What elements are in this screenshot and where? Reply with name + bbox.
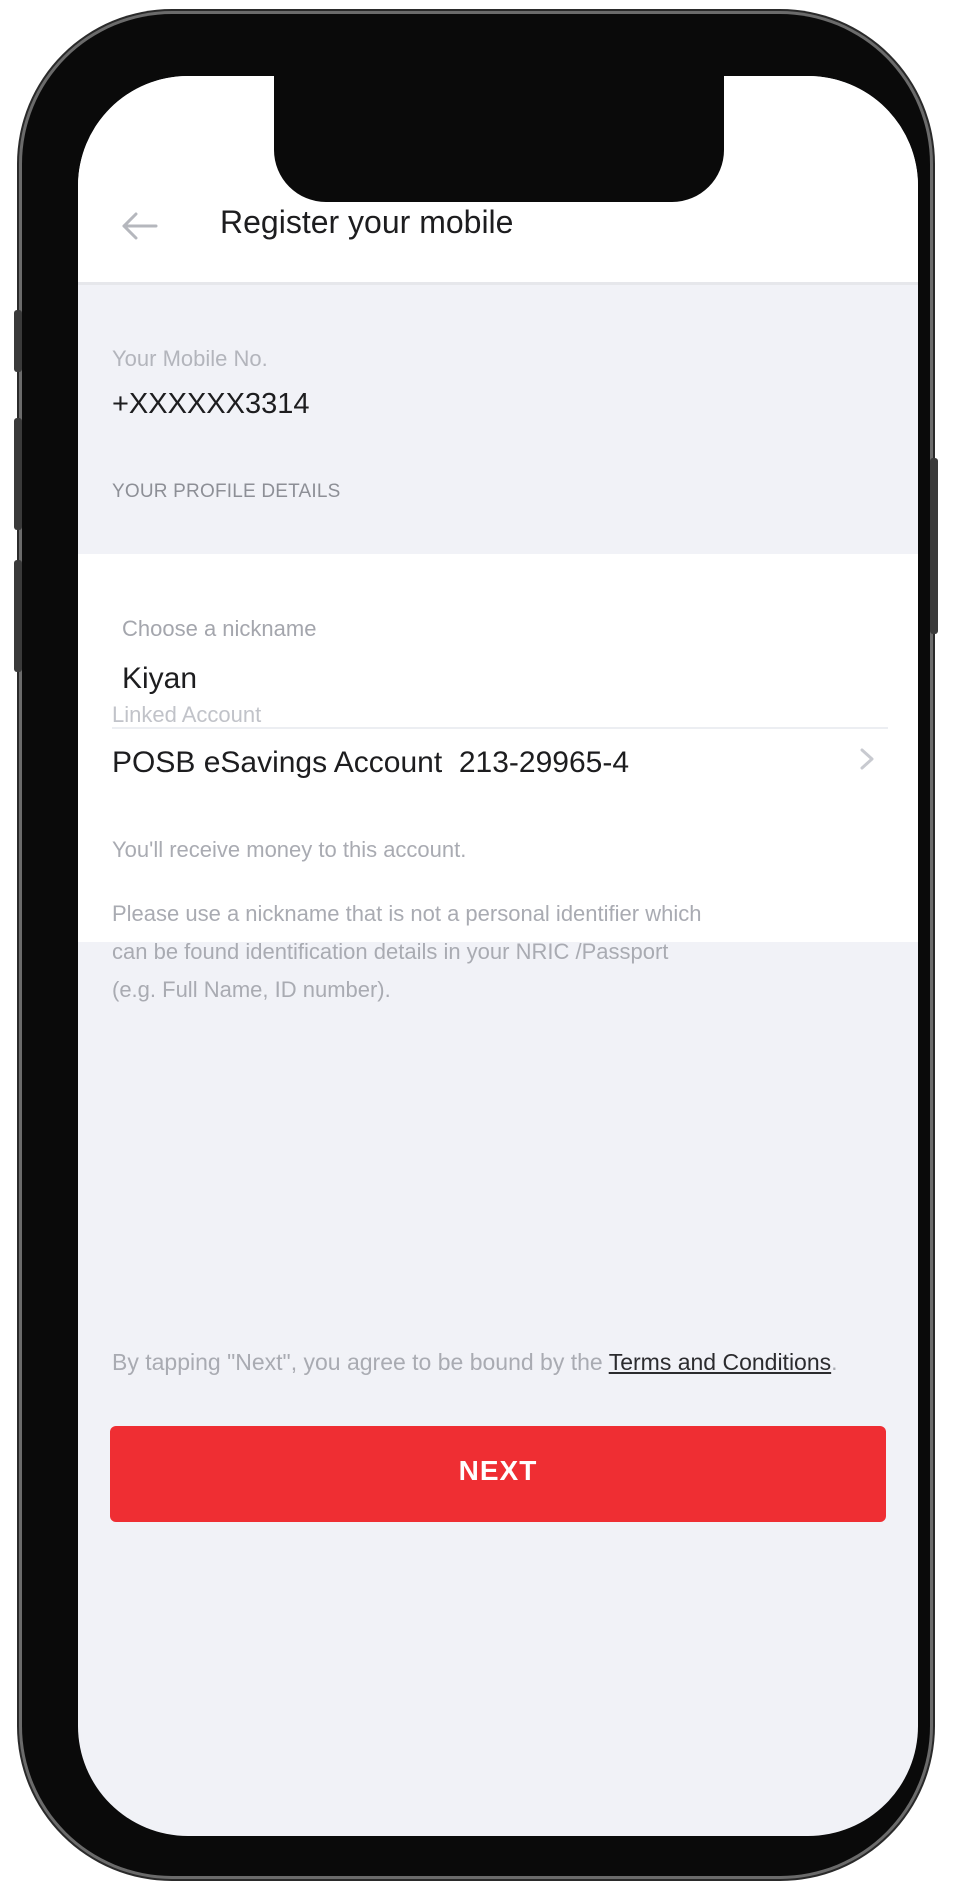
chevron-right-icon[interactable] (856, 744, 878, 774)
nickname-field[interactable]: Choose a nickname Kiyan (78, 554, 918, 726)
linked-account-value: POSB eSavings Account 213-29965-4 (112, 746, 630, 779)
power-button (930, 458, 938, 634)
nickname-advice-line-3: (e.g. Full Name, ID number). (112, 977, 391, 1002)
profile-details-heading: YOUR PROFILE DETAILS (112, 481, 341, 502)
volume-up-button (14, 418, 22, 530)
phone-screen: Register your mobile Your Mobile No. +XX… (78, 76, 918, 1836)
mute-switch (14, 310, 22, 372)
nickname-label: Choose a nickname (122, 616, 317, 641)
nickname-input[interactable]: Kiyan (122, 662, 197, 696)
phone-notch (274, 76, 724, 202)
terms-and-conditions-link[interactable]: Terms and Conditions (609, 1349, 831, 1375)
volume-down-button (14, 560, 22, 672)
mobile-number-label: Your Mobile No. (112, 346, 268, 371)
next-button[interactable]: NEXT (110, 1426, 886, 1522)
nickname-advice-line-1: Please use a nickname that is not a pers… (112, 901, 702, 926)
linked-account-label: Linked Account (112, 702, 262, 727)
receive-money-note: You'll receive money to this account. (112, 837, 467, 862)
nickname-advice-line-2: can be found identification details in y… (112, 939, 669, 964)
terms-prefix: By tapping "Next", you agree to be bound… (112, 1349, 609, 1375)
page-title: Register your mobile (220, 204, 514, 240)
terms-suffix: . (831, 1349, 838, 1375)
arrow-left-icon[interactable] (120, 206, 160, 246)
profile-details-card: Choose a nickname Kiyan Linked Account P… (78, 554, 918, 942)
phone-frame: Register your mobile Your Mobile No. +XX… (14, 14, 938, 1876)
terms-notice: By tapping "Next", you agree to be bound… (112, 1342, 892, 1382)
field-divider (112, 727, 888, 729)
mobile-number-value: +XXXXXX3314 (112, 388, 310, 420)
